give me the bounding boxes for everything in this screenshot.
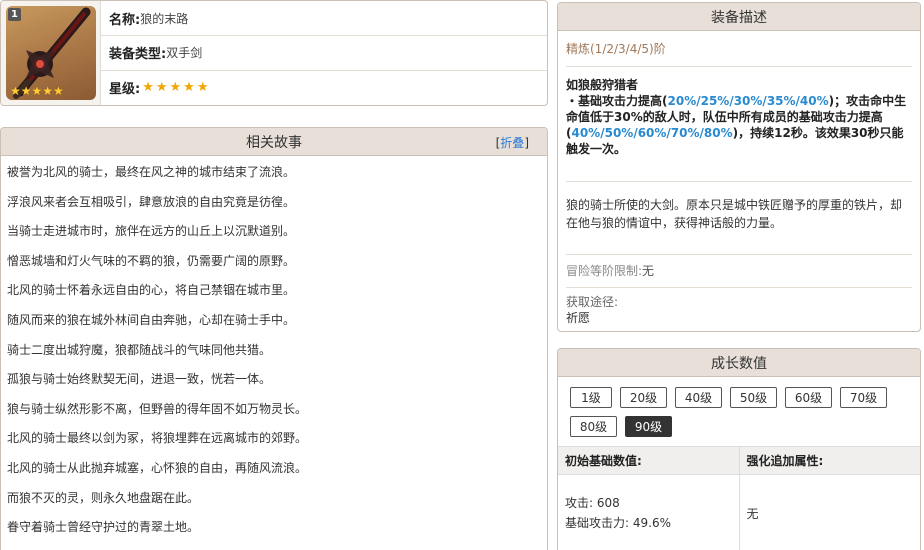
refinement-levels: 精炼(1/2/3/4/5)阶 <box>566 42 666 56</box>
base-stats-header: 初始基础数值: <box>565 454 642 468</box>
level-button-70[interactable]: 70级 <box>840 387 887 408</box>
level-button-90[interactable]: 90级 <box>625 416 672 437</box>
story-line: 浮浪风来者会互相吸引，肆意放浪的自由究竟是彷徨。 <box>7 194 296 209</box>
story-line: 憎恶城墙和灯火气味的不羁的狼，仍需要广阔的原野。 <box>7 253 296 268</box>
level-button-20[interactable]: 20级 <box>620 387 667 408</box>
limit-label: 冒险等阶限制: <box>566 264 643 278</box>
story-line: 被誉为北风的骑士，最终在风之神的城市结束了流浪。 <box>7 165 296 179</box>
thumbnail-star-rating: ★★★★★ <box>10 84 64 98</box>
bonus-stats-header: 强化追加属性: <box>738 447 921 474</box>
level-button-1[interactable]: 1级 <box>570 387 612 408</box>
story-line: 骑士二度出城狩魔，狼都随战斗的气味同他共猎。 <box>7 342 272 357</box>
story-panel: 相关故事 [折叠] 被誉为北风的骑士，最终在风之神的城市结束了流浪。 浮浪风来者… <box>0 127 548 550</box>
story-line: 狼与骑士纵然形影不离，但野兽的得年固不如万物灵长。 <box>7 401 308 416</box>
effect-highlight: 20%/25%/30%/35%/40% <box>667 94 829 108</box>
story-lines: 被誉为北风的骑士，最终在风之神的城市结束了流浪。 浮浪风来者会互相吸引，肆意放浪… <box>1 158 547 543</box>
stat-table: 初始基础数值: 强化追加属性: 攻击: 608 基础攻击力: 49.6% 无 <box>558 446 920 550</box>
source-value: 祈愿 <box>566 311 591 325</box>
level-button-80[interactable]: 80级 <box>570 416 617 437</box>
stat-table-row: 攻击: 608 基础攻击力: 49.6% 无 <box>558 475 920 550</box>
limit-value: 无 <box>642 264 655 278</box>
description-panel: 装备描述 精炼(1/2/3/4/5)阶 如狼般狩猎者 ・基础攻击力提高(20%/… <box>557 2 921 332</box>
passive-effect: 如狼般狩猎者 ・基础攻击力提高(20%/25%/30%/35%/40%)；攻击命… <box>558 67 920 181</box>
name-row: 名称: 狼的末路 <box>101 1 547 35</box>
story-line: 北风的骑士从此抛弃城塞，心怀狼的自由，再随风流浪。 <box>7 460 308 475</box>
level-button-50[interactable]: 50级 <box>730 387 777 408</box>
level-button-60[interactable]: 60级 <box>785 387 832 408</box>
story-line: 而狼不灭的灵，则永久地盘踞在此。 <box>7 490 200 505</box>
growth-panel: 成长数值 1级 20级 40级 50级 60级 70级 80级 90级 初始基础… <box>557 348 921 550</box>
fold-bracket-close: ] <box>524 136 529 150</box>
growth-title: 成长数值 <box>711 355 767 372</box>
weapon-name: 狼的末路 <box>140 11 189 26</box>
source-label: 获取途径: <box>566 295 619 309</box>
rank-badge: 1 <box>8 8 21 21</box>
description-header: 装备描述 <box>558 3 920 31</box>
fold-toggle[interactable]: [折叠] <box>496 134 529 151</box>
level-selector: 1级 20级 40级 50级 60级 70级 80级 90级 <box>558 377 898 437</box>
effect-highlight: 40%/50%/60%/70%/80% <box>571 126 733 140</box>
story-line: 北风的骑士怀着永远自由的心，将自己禁锢在城市里。 <box>7 283 296 298</box>
stat-table-header: 初始基础数值: 强化追加属性: <box>558 447 920 475</box>
level-button-40[interactable]: 40级 <box>675 387 722 408</box>
skill-name: 如狼般狩猎者 <box>566 78 639 92</box>
atk-percent-value: 49.6% <box>632 516 671 530</box>
story-line: 眷守着骑士曾经守护过的青翠土地。 <box>7 520 200 535</box>
story-line: 当骑士走进城市时，旅伴在远方的山丘上以沉默道别。 <box>7 224 296 239</box>
rarity-label: 星级: <box>109 82 141 97</box>
story-header: 相关故事 [折叠] <box>1 128 547 156</box>
atk-label: 攻击: <box>565 496 597 510</box>
weapon-type: 双手剑 <box>166 46 203 60</box>
growth-header: 成长数值 <box>558 349 920 377</box>
name-label: 名称: <box>109 12 141 28</box>
fold-link[interactable]: 折叠 <box>500 136 524 150</box>
atk-percent-label: 基础攻击力: <box>565 516 633 530</box>
effect-text: ・基础攻击力提高(20%/25%/30%/35%/40%)；攻击命中生命值低于3… <box>566 93 912 157</box>
atk-stat: 攻击: 608 <box>565 493 620 513</box>
weapon-lore: 狼的骑士所使的大剑。原本只是城中铁匠赠予的厚重的铁片，却在他与狼的情谊中，获得神… <box>566 198 903 230</box>
weapon-thumbnail: 1 ★★★★★ <box>6 6 96 100</box>
rarity-row: 星级: ★★★★★ <box>101 70 547 104</box>
description-title: 装备描述 <box>711 9 767 26</box>
type-label: 装备类型: <box>109 47 167 62</box>
weapon-thumbnail-cell: 1 ★★★★★ <box>1 1 101 105</box>
bonus-stats-cell: 无 <box>738 475 921 550</box>
acquisition: 获取途径: 祈愿 <box>558 288 920 331</box>
ascension-limit: 冒险等阶限制:无 <box>558 255 920 287</box>
base-stats-cell: 攻击: 608 基础攻击力: 49.6% <box>558 475 739 550</box>
story-line: 北风的骑士最终以剑为冢，将狼埋葬在远离城市的郊野。 <box>7 431 308 446</box>
story-line: 孤狼与骑士始终默契无间，进退一致，恍若一体。 <box>7 372 272 387</box>
atk-percent-stat: 基础攻击力: 49.6% <box>565 513 671 533</box>
weapon-info-card: 1 ★★★★★ 名称: 狼的末路 装备类型: 双手剑 星级: ★★★★★ <box>0 0 548 106</box>
story-line: 随风而来的狼在城外林间自由奔驰，心却在骑士手中。 <box>7 312 296 327</box>
star-rating: ★★★★★ <box>142 80 211 95</box>
effect-text-part: ・基础攻击力提高( <box>566 94 668 108</box>
atk-value: 608 <box>596 496 620 510</box>
type-row: 装备类型: 双手剑 <box>101 35 547 69</box>
story-title: 相关故事 <box>246 134 302 151</box>
